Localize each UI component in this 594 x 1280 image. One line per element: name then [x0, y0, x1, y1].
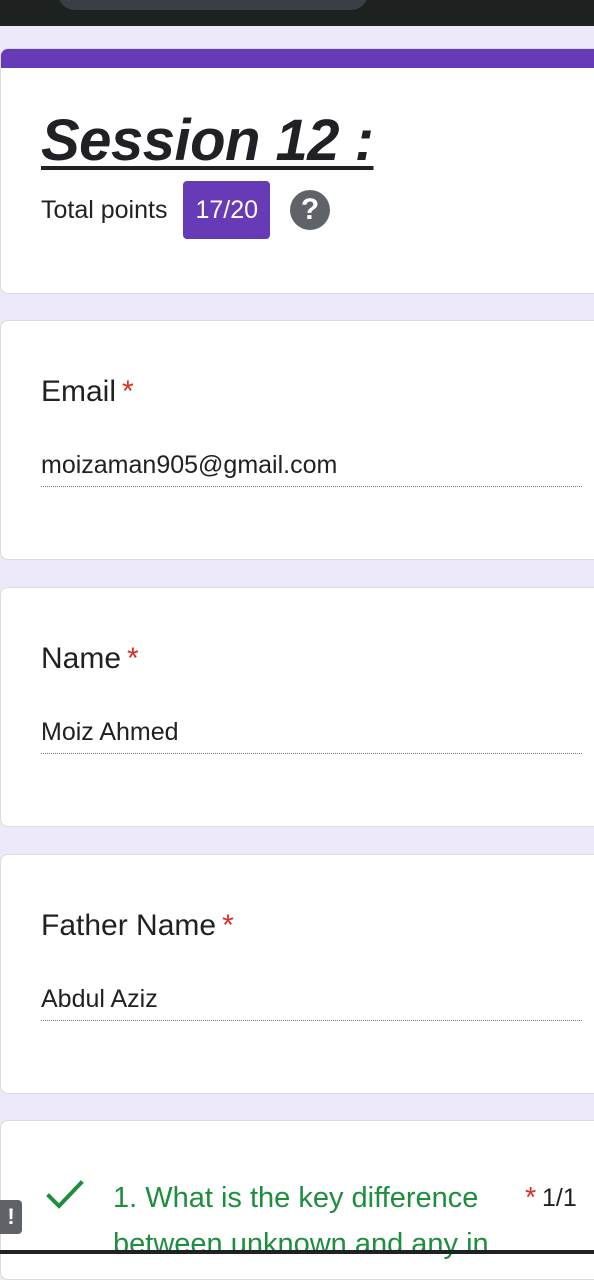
email-field-label: Email *	[41, 375, 134, 408]
check-icon	[46, 1180, 84, 1209]
bottom-divider	[0, 1250, 594, 1254]
name-field-answer: Moiz Ahmed	[41, 718, 582, 754]
form-header-card: Session 12 : Total points 17/20 ?	[0, 48, 594, 294]
required-mark: *	[127, 642, 139, 675]
score-badge: 17/20	[183, 181, 271, 239]
total-points-label: Total points	[41, 195, 168, 224]
name-field-card: Name * Moiz Ahmed	[0, 587, 594, 827]
father-name-field-answer: Abdul Aziz	[41, 985, 582, 1021]
help-icon[interactable]: ?	[290, 190, 331, 230]
status-bar-pill	[58, 0, 368, 10]
form-title: Session 12 :	[41, 108, 374, 173]
email-field-card: Email * moizaman905@gmail.com	[0, 320, 594, 560]
required-mark: *	[222, 909, 234, 942]
feedback-button[interactable]: !	[0, 1200, 22, 1234]
question-required-mark: *	[525, 1182, 537, 1214]
father-name-field-label: Father Name *	[41, 909, 234, 942]
name-field-label: Name *	[41, 642, 139, 675]
required-mark: *	[122, 375, 134, 408]
status-bar	[0, 0, 594, 26]
question-score: 1/1	[542, 1184, 577, 1212]
father-name-field-card: Father Name * Abdul Aziz	[0, 854, 594, 1094]
total-points-row: Total points 17/20 ?	[41, 181, 331, 239]
question-card: 1. What is the key difference between un…	[0, 1120, 594, 1280]
email-field-answer: moizaman905@gmail.com	[41, 451, 582, 487]
form-header-stripe	[1, 49, 594, 68]
